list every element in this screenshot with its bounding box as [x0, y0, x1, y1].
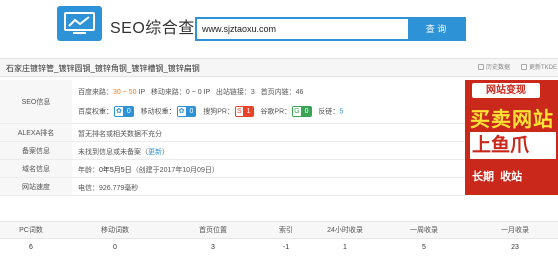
table-header: 移动词数 [62, 221, 168, 239]
icp-label: 备案信息 [0, 142, 72, 160]
baidu-source-value: 30 ~ 50 [113, 89, 137, 96]
baidu-weight-label: 百度权重： [78, 108, 113, 116]
site-title: 石家庄镀锌管_镀锌圆钢_镀锌角钢_镀锌槽钢_镀锌扁钢 [6, 64, 200, 73]
domain-age-label: 年龄： [78, 167, 99, 174]
outbound-links-value: 3 [250, 89, 255, 96]
mobile-weight-value: 0 [186, 106, 197, 117]
google-pr-badge[interactable]: G0 [292, 106, 312, 117]
domain-line: 年龄：0年5月5日（创建于2017年10月09日） [78, 165, 219, 175]
icp-line: 未找到信息或未备案（更新） [78, 149, 169, 156]
seo-line-2: 百度权重： ✿ 0 移动权重： ✿ 0 搜狗PR： S 1 谷歌PR： G 0 反链：5 [78, 106, 343, 117]
domain-created: （创建于2017年10月09日） [131, 167, 219, 174]
speed-text: 电信：926.779毫秒 [78, 185, 139, 192]
table-cell: 6 [29, 244, 33, 251]
table-cell: 23 [511, 244, 519, 251]
ad-headline: 买卖网站 [470, 109, 554, 131]
mobile-source-label: 移动来路： [150, 89, 186, 96]
table-cell: 3 [211, 244, 215, 251]
history-label: 历史数据 [486, 65, 511, 71]
site-logo[interactable] [57, 6, 102, 41]
table-cell: 5 [422, 244, 426, 251]
search-button[interactable]: 查 询 [408, 19, 464, 39]
refresh-icon [521, 64, 527, 71]
history-icon [478, 64, 484, 71]
backlinks-label: 反链： [318, 108, 340, 116]
seo-info-label: SEO信息 [0, 80, 72, 124]
table-header: 一月收录 [472, 221, 558, 239]
table-header: 索引 [258, 221, 314, 239]
mobile-weight-label: 移动权重： [140, 108, 176, 116]
icp-body: 未找到信息或未备案（更新） [72, 142, 465, 160]
history-data-button[interactable]: 历史数据 [478, 62, 510, 71]
icp-text: 未找到信息或未备案 [78, 149, 141, 156]
update-label: 更新TKDE [529, 65, 558, 71]
sogou-pr-label: 搜狗PR： [203, 108, 234, 116]
seo-line-1: 百度来路：30 ~ 50 IP 移动来路：0 ~ 0 IP 出站链接：3 首页内… [78, 87, 303, 97]
speed-label: 网站速度 [0, 178, 72, 196]
google-icon: G [292, 106, 302, 117]
alexa-body: 暂无排名或相关数据不充分 [72, 124, 465, 142]
alexa-text: 暂无排名或相关数据不充分 [78, 131, 162, 138]
ad-banner[interactable]: 网站变现 买卖网站 上鱼爪 长期 收站 [465, 80, 558, 195]
table-header: PC词数 [0, 221, 62, 239]
domain-age-value: 0年5月5日 [99, 167, 132, 174]
ad-top-text: 网站变现 [472, 83, 540, 98]
monitor-chart-icon [64, 12, 95, 34]
seo-info-body: 百度来路：30 ~ 50 IP 移动来路：0 ~ 0 IP 出站链接：3 首页内… [72, 80, 465, 124]
icp-refresh-link[interactable]: 更新 [148, 149, 162, 156]
baidu-source-unit: IP [138, 89, 146, 96]
search-bar: 查 询 [195, 17, 466, 41]
baidu-weight-badge[interactable]: ✿ 0 [114, 106, 134, 117]
table-cell: 0 [113, 244, 117, 251]
google-pr-label: 谷歌PR： [260, 108, 292, 116]
sogou-icon: S [234, 106, 244, 117]
table-cell: 1 [343, 244, 347, 251]
update-tkde-button[interactable]: 更新TKDE [521, 62, 557, 71]
outbound-links-label: 出站链接： [215, 89, 251, 96]
sogou-pr-value: 1 [243, 106, 254, 117]
ad-footer-right: 收站 [500, 171, 523, 183]
table-header: 一周收录 [376, 221, 472, 239]
paw-icon: ✿ [114, 106, 124, 117]
homepage-inlinks-label: 首页内链： [260, 89, 296, 96]
domain-label: 域名信息 [0, 160, 72, 178]
table-cell: -1 [282, 244, 290, 251]
google-pr-value: 0 [301, 106, 312, 117]
sogou-pr-badge[interactable]: S1 [234, 106, 254, 117]
domain-body: 年龄：0年5月5日（创建于2017年10月09日） [72, 160, 465, 178]
alexa-label: ALEXA排名 [0, 124, 72, 142]
search-input[interactable] [197, 19, 410, 39]
backlinks-value[interactable]: 5 [339, 108, 343, 115]
site-title-bar: 石家庄镀锌管_镀锌圆钢_镀锌角钢_镀锌槽钢_镀锌扁钢 历史数据 更新TKDE [0, 58, 558, 77]
mobile-weight-badge[interactable]: ✿ 0 [176, 106, 197, 117]
homepage-inlinks-value: 46 [295, 89, 304, 96]
ad-subheadline: 上鱼爪 [470, 132, 556, 159]
ad-footer-left: 长期 [472, 171, 494, 183]
ad-footer: 长期 收站 [472, 168, 522, 184]
paw-icon: ✿ [176, 106, 187, 117]
table-header: 首页位置 [168, 221, 258, 239]
speed-body: 电信：926.779毫秒 [72, 178, 465, 196]
table-header: 24小时收录 [314, 221, 376, 239]
baidu-source-label: 百度来路： [78, 89, 113, 96]
mobile-source-value: 0 ~ 0 IP [185, 89, 211, 96]
baidu-weight-value: 0 [123, 106, 134, 117]
